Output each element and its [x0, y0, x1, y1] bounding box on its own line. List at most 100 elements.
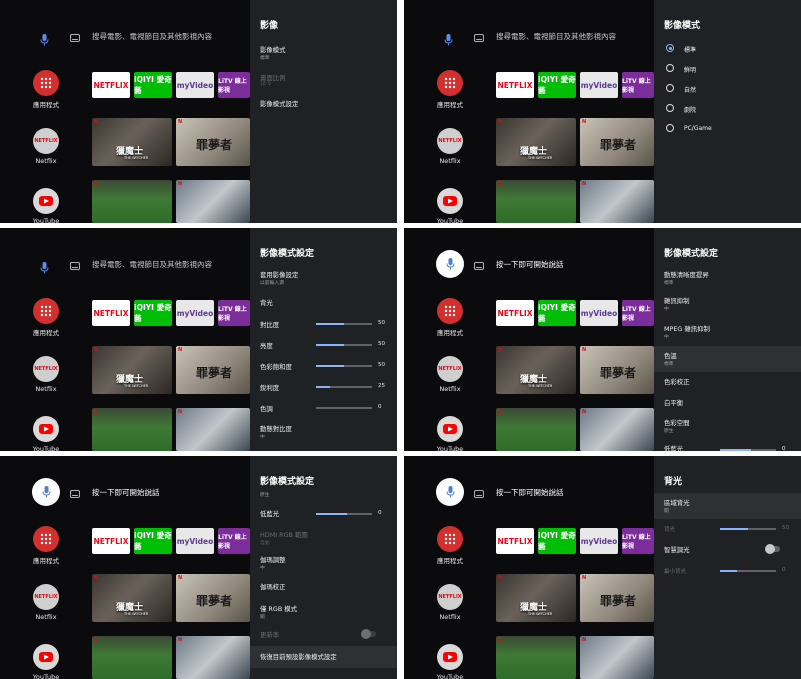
rail-button-netflix[interactable]: NETFLIX: [33, 356, 59, 382]
rail-button-apps[interactable]: [33, 70, 59, 96]
drama-thumbnail[interactable]: N: [580, 180, 654, 223]
rail-button-youtube[interactable]: [437, 188, 463, 214]
dream-thumbnail[interactable]: N 罪夢者: [176, 574, 250, 622]
rail-button-apps[interactable]: [33, 526, 59, 552]
witcher-thumbnail[interactable]: N 獵魔士 THE WITCHER: [92, 118, 172, 166]
app-tile-iqiyi[interactable]: iQIYI 愛奇藝: [134, 300, 172, 326]
rail-button-apps[interactable]: [437, 526, 463, 552]
radio-option-4[interactable]: [666, 124, 674, 132]
witcher-thumbnail[interactable]: N 獵魔士 THE WITCHER: [496, 346, 576, 394]
app-tile-litv[interactable]: LiTV 線上影視: [622, 528, 654, 554]
soccer-thumbnail[interactable]: N: [496, 636, 576, 679]
app-tile-iqiyi[interactable]: iQIYI 愛奇藝: [134, 528, 172, 554]
slider-2-slider[interactable]: [316, 365, 372, 367]
low-blue-light-slider[interactable]: [316, 513, 372, 515]
slider-3-slider[interactable]: [316, 386, 372, 388]
dream-thumbnail[interactable]: N 罪夢者: [176, 118, 250, 166]
low-blue-light-slider[interactable]: [720, 449, 776, 451]
app-tile-netflix[interactable]: NETFLIX: [496, 72, 534, 98]
rail-button-apps[interactable]: [437, 298, 463, 324]
rail-button-youtube[interactable]: [33, 188, 59, 214]
radio-option-3[interactable]: [666, 104, 674, 112]
app-tile-netflix[interactable]: NETFLIX: [496, 528, 534, 554]
app-tile-netflix[interactable]: NETFLIX: [92, 300, 130, 326]
setting-row-3[interactable]: 色溫: [664, 351, 677, 360]
witcher-thumbnail[interactable]: N 獵魔士 THE WITCHER: [496, 118, 576, 166]
backlight-slider[interactable]: [720, 528, 776, 530]
keyboard-icon[interactable]: [70, 262, 80, 270]
app-tile-litv[interactable]: LiTV 線上影視: [218, 300, 250, 326]
mic-icon[interactable]: [40, 259, 52, 274]
search-bar-text[interactable]: 按一下即可開始說話: [496, 487, 564, 498]
voice-mic-button[interactable]: [32, 478, 60, 506]
soccer-thumbnail[interactable]: N: [92, 408, 172, 451]
setting-row-4[interactable]: 色彩校正: [664, 377, 690, 386]
rail-button-youtube[interactable]: [437, 416, 463, 442]
app-tile-iqiyi[interactable]: iQIYI 愛奇藝: [538, 72, 576, 98]
rail-button-netflix[interactable]: NETFLIX: [437, 584, 463, 610]
mic-icon[interactable]: [444, 31, 456, 46]
radio-option-1[interactable]: [666, 64, 674, 72]
reset-settings-row[interactable]: 恢復目前預設影像模式設定: [260, 652, 337, 661]
drama-thumbnail[interactable]: N: [580, 636, 654, 679]
rail-button-apps[interactable]: [33, 298, 59, 324]
rail-button-netflix[interactable]: NETFLIX: [437, 128, 463, 154]
search-bar-text[interactable]: 按一下即可開始說話: [92, 487, 160, 498]
setting-row-2[interactable]: 影像模式設定: [260, 99, 298, 108]
dream-thumbnail[interactable]: N 罪夢者: [580, 346, 654, 394]
setting-row-5[interactable]: 白平衡: [664, 398, 683, 407]
backlight-row[interactable]: 背光: [260, 298, 273, 307]
app-tile-netflix[interactable]: NETFLIX: [496, 300, 534, 326]
setting-row-2[interactable]: 伽瑪校正: [260, 582, 286, 591]
rail-button-youtube[interactable]: [33, 644, 59, 670]
dynamic-contrast-row[interactable]: 動態對比度: [260, 424, 292, 433]
voice-mic-button[interactable]: [436, 250, 464, 278]
soccer-thumbnail[interactable]: N: [496, 180, 576, 223]
app-tile-myvideo[interactable]: myVideo: [176, 72, 214, 98]
app-tile-myvideo[interactable]: myVideo: [580, 528, 618, 554]
drama-thumbnail[interactable]: N: [580, 408, 654, 451]
keyboard-icon[interactable]: [474, 34, 484, 42]
setting-row-1[interactable]: 雜訊抑制: [664, 296, 690, 305]
voice-mic-button[interactable]: [436, 478, 464, 506]
slider-4-slider[interactable]: [316, 407, 372, 409]
rail-button-youtube[interactable]: [33, 416, 59, 442]
app-tile-myvideo[interactable]: myVideo: [580, 72, 618, 98]
rail-button-youtube[interactable]: [437, 644, 463, 670]
min-backlight-slider[interactable]: [720, 570, 776, 572]
slider-1-slider[interactable]: [316, 344, 372, 346]
slider-0-slider[interactable]: [316, 323, 372, 325]
drama-thumbnail[interactable]: N: [176, 636, 250, 679]
radio-option-2[interactable]: [666, 84, 674, 92]
rail-button-apps[interactable]: [437, 70, 463, 96]
local-dimming-row[interactable]: 區域背光: [664, 498, 690, 507]
dream-thumbnail[interactable]: N 罪夢者: [580, 118, 654, 166]
drama-thumbnail[interactable]: N: [176, 408, 250, 451]
setting-row-0[interactable]: 動態清晰度提昇: [664, 270, 709, 279]
app-tile-myvideo[interactable]: myVideo: [580, 300, 618, 326]
search-bar-text[interactable]: 搜尋電影、電視節目及其他影視內容: [496, 31, 616, 42]
rail-button-netflix[interactable]: NETFLIX: [437, 356, 463, 382]
app-tile-litv[interactable]: LiTV 線上影視: [622, 72, 654, 98]
setting-row-1[interactable]: 伽瑪調整: [260, 555, 286, 564]
search-bar-text[interactable]: 搜尋電影、電視節目及其他影視內容: [92, 259, 212, 270]
dream-thumbnail[interactable]: N 罪夢者: [580, 574, 654, 622]
app-tile-iqiyi[interactable]: iQIYI 愛奇藝: [538, 528, 576, 554]
mic-icon[interactable]: [40, 31, 52, 46]
search-bar-text[interactable]: 搜尋電影、電視節目及其他影視內容: [92, 31, 212, 42]
refresh-rate-toggle[interactable]: [361, 629, 376, 639]
app-tile-netflix[interactable]: NETFLIX: [92, 72, 130, 98]
app-tile-iqiyi[interactable]: iQIYI 愛奇藝: [134, 72, 172, 98]
smart-dimming-toggle[interactable]: [765, 544, 780, 554]
setting-row-6[interactable]: 色彩空間: [664, 418, 690, 427]
apply-settings-row[interactable]: 套用影像設定: [260, 270, 298, 279]
app-tile-myvideo[interactable]: myVideo: [176, 528, 214, 554]
keyboard-icon[interactable]: [474, 262, 484, 270]
radio-option-0[interactable]: [666, 44, 674, 52]
keyboard-icon[interactable]: [70, 34, 80, 42]
keyboard-icon[interactable]: [70, 490, 80, 498]
witcher-thumbnail[interactable]: N 獵魔士 THE WITCHER: [92, 346, 172, 394]
app-tile-myvideo[interactable]: myVideo: [176, 300, 214, 326]
witcher-thumbnail[interactable]: N 獵魔士 THE WITCHER: [92, 574, 172, 622]
rail-button-netflix[interactable]: NETFLIX: [33, 584, 59, 610]
